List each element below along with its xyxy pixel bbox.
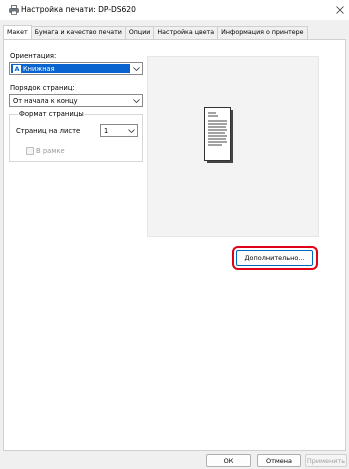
pages-per-sheet-select[interactable]: 1 xyxy=(100,124,138,137)
page-format-group-label: Формат страницы xyxy=(18,110,85,118)
highlight-frame xyxy=(232,246,318,270)
chevron-down-icon xyxy=(130,95,142,106)
tab-strip: Макет Бумага и качество печати Опции Нас… xyxy=(3,25,308,39)
pages-per-sheet-label: Страниц на листе xyxy=(16,127,81,135)
tab-color-settings[interactable]: Настройка цвета xyxy=(153,26,219,39)
border-checkbox[interactable] xyxy=(26,147,34,155)
tab-layout[interactable]: Макет xyxy=(3,25,32,39)
page-preview-icon xyxy=(204,107,233,163)
page-order-value: От начала к концу xyxy=(13,96,78,105)
pages-per-sheet-value: 1 xyxy=(104,126,109,135)
portrait-icon: A xyxy=(13,64,21,73)
tab-printer-info[interactable]: Информация о принтере xyxy=(217,26,308,39)
close-icon xyxy=(336,6,344,14)
apply-button[interactable]: Применить xyxy=(305,454,347,467)
orientation-select[interactable]: A Книжная xyxy=(9,62,143,75)
orientation-label: Ориентация: xyxy=(10,52,57,60)
tab-options[interactable]: Опции xyxy=(124,26,155,39)
title-bar: Настройка печати: DP-DS620 xyxy=(0,0,349,20)
ok-button[interactable]: ОК xyxy=(206,454,251,467)
tab-paper-quality[interactable]: Бумага и качество печати xyxy=(30,26,126,39)
page-order-select[interactable]: От начала к концу xyxy=(9,94,143,107)
window-title: Настройка печати: DP-DS620 xyxy=(21,5,136,14)
page-order-label: Порядок страниц: xyxy=(10,84,75,92)
chevron-down-icon xyxy=(125,125,137,136)
border-label: В рамке xyxy=(36,147,65,155)
close-button[interactable] xyxy=(331,0,349,20)
svg-text:A: A xyxy=(15,65,20,72)
orientation-value: Книжная xyxy=(23,64,55,73)
chevron-down-icon xyxy=(130,63,142,74)
printer-icon xyxy=(9,5,19,15)
page-preview xyxy=(147,56,319,237)
cancel-button[interactable]: Отмена xyxy=(257,454,301,467)
